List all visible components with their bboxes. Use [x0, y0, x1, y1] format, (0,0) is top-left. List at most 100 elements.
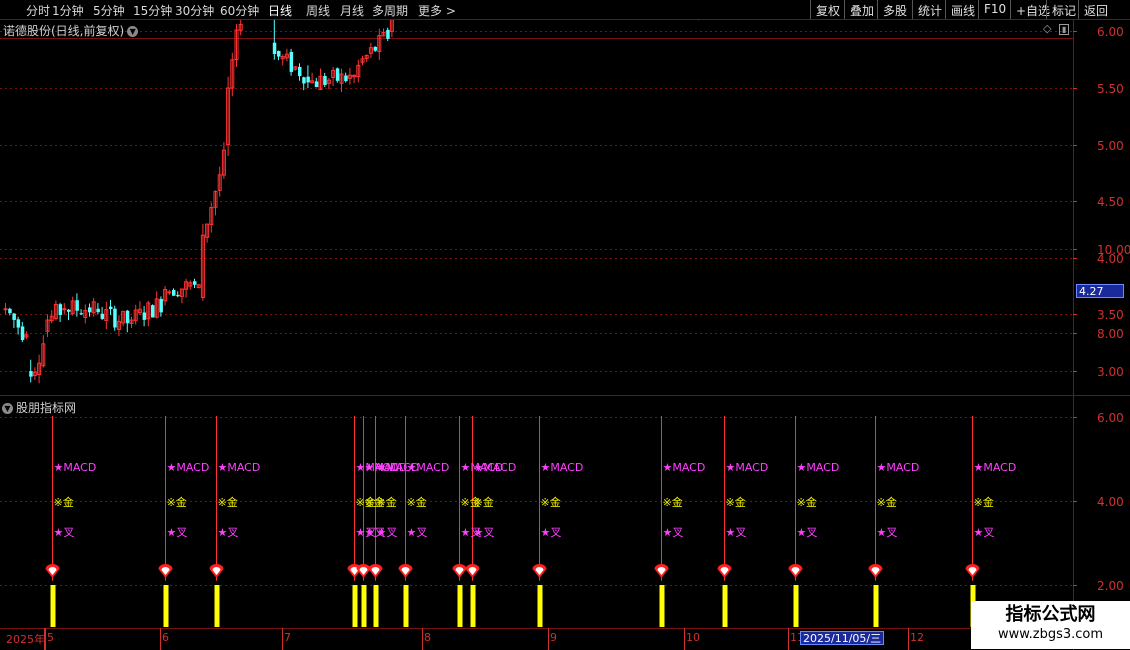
period-tab-9[interactable]: 多周期 [372, 2, 408, 19]
candle-down [16, 319, 21, 328]
action-button-3[interactable]: 统计 [912, 0, 945, 19]
signal-bar [470, 585, 476, 627]
signal-label: ※金 [406, 496, 427, 509]
signal-label: ※金 [53, 496, 74, 509]
candle-down [96, 308, 100, 313]
candle-down [79, 313, 84, 315]
signal-label: ※金 [217, 496, 238, 509]
signal-label: ★MACD [166, 461, 210, 474]
period-tab-0[interactable]: 分时 [26, 2, 50, 19]
price-label: 4.50 [1097, 194, 1124, 209]
main-chart-title: 诺德股份(日线,前复权) ▼ [3, 22, 139, 39]
price-label: 6.00 [1097, 24, 1124, 39]
action-button-6[interactable]: +自选 [1010, 0, 1050, 19]
signal-label: ★叉 [166, 526, 188, 539]
signal-label: ※金 [876, 496, 897, 509]
candle-down [125, 310, 130, 324]
diamond-icon[interactable]: ◇ [1043, 22, 1051, 35]
candle-down [306, 76, 310, 83]
indicator-axis-label: 10.00 [1097, 242, 1130, 257]
signal-label: ※金 [662, 496, 683, 509]
signal-label: ★叉 [662, 526, 684, 539]
price-label: 5.50 [1097, 81, 1124, 96]
watermark-title: 指标公式网 [1005, 604, 1096, 625]
stock-title: 诺德股份(日线,前复权) [3, 24, 125, 38]
signal-label: ★叉 [406, 526, 428, 539]
signal-label: ★MACD [725, 461, 769, 474]
period-tab-2[interactable]: 5分钟 [93, 2, 125, 19]
candle-down [151, 305, 155, 318]
period-tab-5[interactable]: 60分钟 [220, 2, 259, 19]
signal-label: ※金 [166, 496, 187, 509]
signal-bar [403, 585, 409, 627]
period-tab-10[interactable]: 更多 > [418, 2, 456, 19]
action-button-0[interactable]: 复权 [810, 0, 844, 19]
chevron-down-icon[interactable]: ▼ [2, 403, 13, 414]
action-button-7[interactable]: 标记 [1046, 0, 1078, 19]
action-button-8[interactable]: 返回 [1078, 0, 1111, 19]
price-label: 5.00 [1097, 138, 1124, 153]
chart-canvas[interactable] [0, 0, 1130, 650]
candle-down [386, 29, 390, 39]
signal-label: ★MACD [796, 461, 840, 474]
time-label: 5 [47, 631, 54, 644]
signal-bar [457, 585, 463, 627]
candle-down [323, 76, 327, 85]
indicator-axis-label: 2.00 [1097, 578, 1124, 593]
time-label: 12 [910, 631, 924, 644]
candle-up [3, 308, 8, 311]
candle-down [75, 300, 79, 311]
period-tab-6[interactable]: 日线 [268, 2, 292, 19]
candle-down [20, 326, 25, 341]
indicator-title: ▼ 股朋指标网 [2, 399, 76, 416]
candle-down [29, 371, 33, 377]
candle-down [314, 81, 319, 88]
signal-label: ※金 [376, 496, 397, 509]
time-label: 2025年 [6, 633, 45, 646]
signal-label: ★叉 [53, 526, 75, 539]
signal-label: ★叉 [540, 526, 562, 539]
signal-bar [659, 585, 665, 627]
action-button-4[interactable]: 画线 [945, 0, 978, 19]
watermark: 指标公式网 www.zbgs3.com [971, 601, 1130, 649]
chart-background [0, 20, 1130, 650]
indicator-axis-label: 4.00 [1097, 494, 1124, 509]
chart-top-icons: ◇ ▮ [1043, 22, 1070, 35]
signal-bar [361, 585, 367, 627]
candle-down [344, 75, 348, 82]
period-tab-4[interactable]: 30分钟 [175, 2, 214, 19]
toolbar: 分时 1分钟 5分钟 15分钟 30分钟 60分钟 日线 周线 月线 多周期 更多 > 复权 叠加 多股统… [0, 0, 1130, 20]
candle-down [289, 51, 294, 72]
indicator-axis-label: 8.00 [1097, 326, 1124, 341]
action-button-2[interactable]: 多股 [877, 0, 912, 19]
signal-label: ★叉 [796, 526, 818, 539]
chevron-down-icon[interactable]: ▼ [127, 26, 139, 37]
candle-down [12, 313, 16, 320]
signal-label: ★叉 [876, 526, 898, 539]
signal-label: ※金 [725, 496, 746, 509]
current-price-tag: 4.27 [1076, 284, 1124, 298]
signal-label: ★叉 [473, 526, 495, 539]
candle-down [176, 294, 180, 297]
candle-up [62, 308, 67, 311]
candle-up [167, 291, 172, 294]
action-button-5[interactable]: F10 [978, 0, 1010, 19]
signal-label: ★MACD [473, 461, 517, 474]
period-tab-8[interactable]: 月线 [340, 2, 364, 19]
signal-label: ※金 [973, 496, 994, 509]
signal-label: ★MACD [973, 461, 1017, 474]
candle-down [302, 77, 306, 84]
candle-down [335, 68, 340, 81]
candle-down [272, 42, 277, 55]
period-tab-7[interactable]: 周线 [306, 2, 330, 19]
time-label: 8 [424, 631, 431, 644]
window-icon[interactable]: ▮ [1058, 24, 1070, 35]
action-button-1[interactable]: 叠加 [844, 0, 877, 19]
period-tab-3[interactable]: 15分钟 [133, 2, 172, 19]
cursor-date-tag: 2025/11/05/三 [800, 631, 885, 645]
signal-bar [722, 585, 728, 627]
signal-label: ※金 [473, 496, 494, 509]
signal-bar [873, 585, 879, 627]
time-label: 6 [162, 631, 169, 644]
period-tab-1[interactable]: 1分钟 [52, 2, 84, 19]
